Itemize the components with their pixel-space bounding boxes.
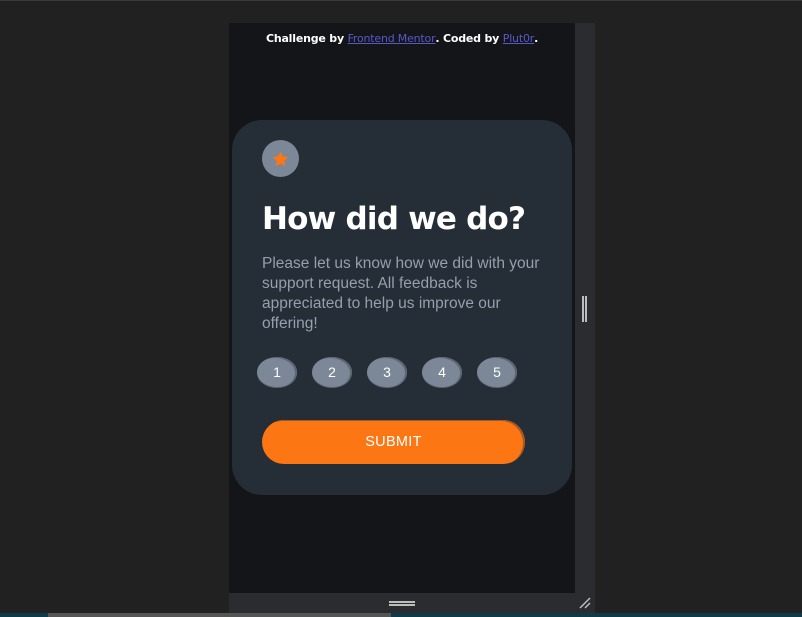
horizontal-resize-handle[interactable] [389,601,415,606]
attribution: Challenge by Frontend Mentor. Coded by P… [229,32,575,45]
horizontal-scrollbar-thumb[interactable] [48,613,391,617]
attribution-coded-prefix: . Coded by [435,32,503,45]
star-icon [272,151,289,166]
rating-button-2[interactable]: 2 [312,357,352,387]
card-title: How did we do? [262,201,526,237]
attribution-suffix: . [534,32,539,45]
rating-button-4[interactable]: 4 [422,357,462,387]
star-badge [262,140,299,177]
coder-link[interactable]: Plut0r [503,32,534,45]
rating-button-5[interactable]: 5 [477,357,517,387]
submit-button[interactable]: SUBMIT [262,420,525,464]
attribution-challenge-prefix: Challenge by [265,32,348,45]
rating-button-3[interactable]: 3 [367,357,407,387]
window-top-border [0,0,802,1]
card-description: Please let us know how we did with your … [262,255,540,332]
vertical-resize-handle[interactable] [582,296,587,322]
rating-button-1[interactable]: 1 [257,357,297,387]
frontend-mentor-link[interactable]: Frontend Mentor [348,32,436,45]
corner-resize-icon[interactable] [578,596,592,610]
